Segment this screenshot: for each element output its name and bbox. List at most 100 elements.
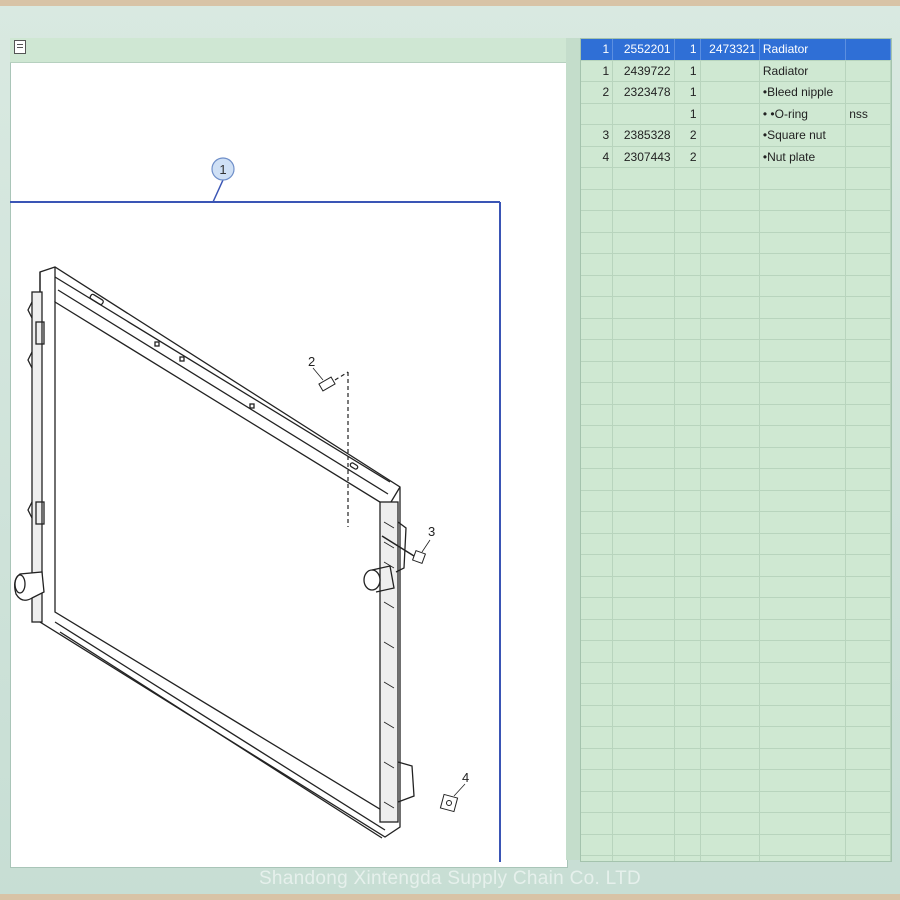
cell-description [759,361,847,383]
empty-table-row[interactable] [581,296,891,319]
cell-description [759,791,847,813]
cell-pos [581,597,614,620]
empty-table-row[interactable] [581,791,891,813]
cell-ref [700,511,760,534]
empty-table-row[interactable] [581,339,891,362]
empty-table-row[interactable] [581,533,891,555]
cell-ref [700,318,760,340]
cell-qty [674,597,701,620]
cell-description [759,425,847,448]
table-row[interactable]: 1 2552201 1 2473321 Radiator [581,39,891,61]
callout-2-label[interactable]: 2 [308,354,315,369]
empty-table-row[interactable] [581,619,891,641]
cell-qty [674,275,701,297]
empty-table-row[interactable] [581,425,891,448]
cell-note: nss [845,103,891,125]
cell-qty [674,425,701,448]
empty-table-row[interactable] [581,855,891,861]
cell-ref [700,189,760,211]
empty-table-row[interactable] [581,189,891,211]
cell-description [759,812,847,835]
table-row[interactable]: 1 2439722 1 Radiator [581,60,891,82]
empty-table-row[interactable] [581,683,891,706]
empty-table-row[interactable] [581,769,891,792]
cell-note [845,210,891,233]
table-row[interactable]: 1 • •O-ring nss [581,103,891,125]
cell-part-no [612,812,675,835]
cell-qty [674,404,701,426]
callout-4-label[interactable]: 4 [462,770,469,785]
cell-qty [674,382,701,405]
cell-description [759,167,847,190]
cell-ref [700,232,760,254]
empty-table-row[interactable] [581,576,891,598]
empty-table-row[interactable] [581,447,891,469]
cell-ref [700,146,760,168]
empty-table-row[interactable] [581,361,891,383]
document-icon[interactable] [14,40,26,54]
callout-1[interactable]: 1 [211,157,235,181]
empty-table-row[interactable] [581,726,891,749]
cell-pos [581,769,614,792]
pane-divider[interactable] [566,38,580,860]
cell-part-no [612,382,675,405]
empty-table-row[interactable] [581,490,891,512]
empty-table-row[interactable] [581,597,891,620]
cell-pos [581,382,614,405]
cell-pos [581,296,614,319]
cell-pos [581,318,614,340]
cell-description [759,705,847,727]
cell-note [845,576,891,598]
empty-table-row[interactable] [581,210,891,233]
empty-table-row[interactable] [581,640,891,663]
cell-description [759,490,847,512]
empty-table-row[interactable] [581,748,891,770]
cell-qty [674,683,701,706]
cell-note [845,791,891,813]
cell-note [845,296,891,319]
empty-table-row[interactable] [581,468,891,491]
empty-table-row[interactable] [581,812,891,835]
empty-table-row[interactable] [581,232,891,254]
cell-ref [700,791,760,813]
callout-3-label[interactable]: 3 [428,524,435,539]
cell-note [845,318,891,340]
table-row[interactable]: 3 2385328 2 •Square nut [581,124,891,147]
empty-table-row[interactable] [581,705,891,727]
cell-part-no [612,275,675,297]
empty-table-row[interactable] [581,834,891,856]
cell-description [759,619,847,641]
empty-table-row[interactable] [581,318,891,340]
cell-part-no: 2323478 [612,81,675,104]
cell-note [845,275,891,297]
empty-table-row[interactable] [581,382,891,405]
cell-description [759,533,847,555]
part-nut-plate [439,783,466,813]
cell-note [845,189,891,211]
empty-table-row[interactable] [581,167,891,190]
cell-description [759,253,847,276]
cell-part-no [612,855,675,861]
cell-part-no [612,597,675,620]
cell-pos [581,662,614,684]
table-row[interactable]: 2 2323478 1 •Bleed nipple [581,81,891,104]
table-row[interactable]: 4 2307443 2 •Nut plate [581,146,891,168]
cell-ref [700,662,760,684]
cell-part-no: 2307443 [612,146,675,168]
cell-ref [700,855,760,861]
empty-table-row[interactable] [581,253,891,276]
empty-table-row[interactable] [581,404,891,426]
empty-table-row[interactable] [581,511,891,534]
cell-ref: 2473321 [700,39,760,61]
cell-part-no: 2552201 [612,39,675,61]
cell-part-no [612,318,675,340]
cell-qty: 1 [674,103,701,125]
cell-pos: 4 [581,146,614,168]
empty-table-row[interactable] [581,662,891,684]
empty-table-row[interactable] [581,554,891,577]
cell-qty [674,662,701,684]
cell-ref [700,103,760,125]
empty-table-row[interactable] [581,275,891,297]
cell-qty [674,468,701,491]
cell-description [759,339,847,362]
